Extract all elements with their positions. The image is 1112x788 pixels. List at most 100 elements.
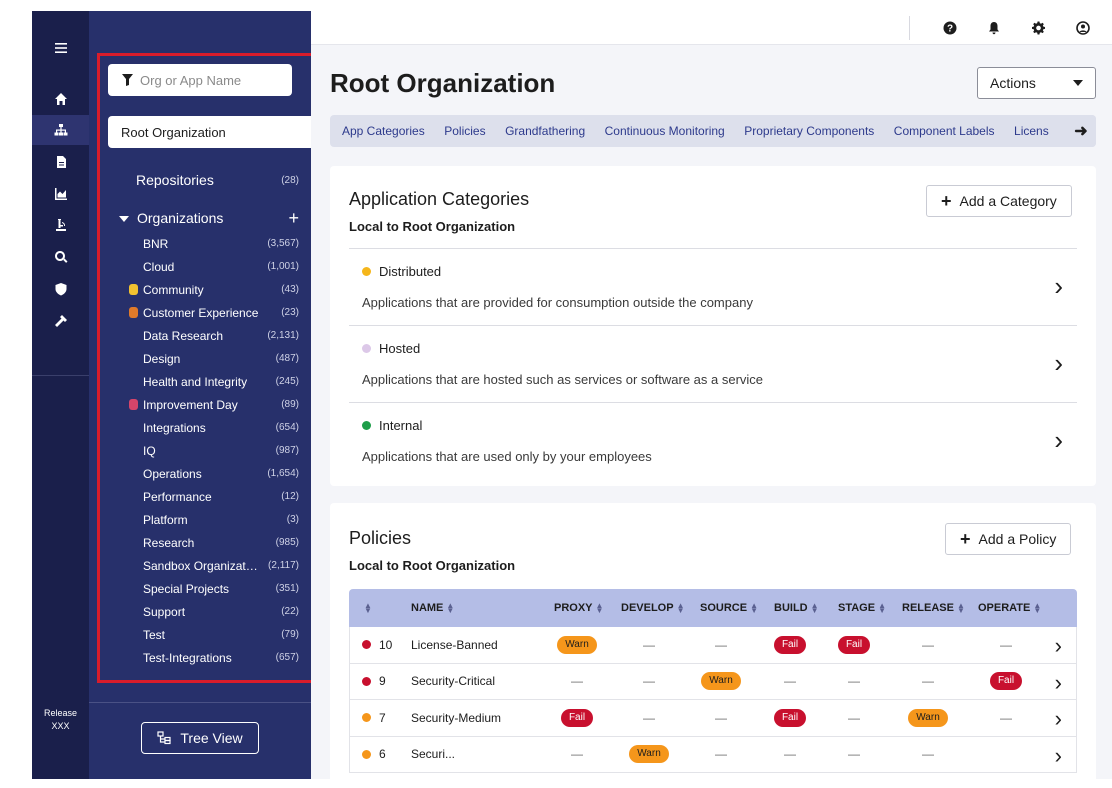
policy-name: Security-Medium: [411, 710, 502, 725]
threat-dot: [362, 749, 371, 759]
fail-badge: Fail: [989, 672, 1023, 691]
tree-icon: [157, 731, 171, 745]
search-icon[interactable]: [32, 242, 89, 272]
home-icon[interactable]: [32, 84, 89, 114]
column-header[interactable]: BUILD ▲ ▼: [774, 589, 819, 627]
tab-item[interactable]: Licens: [1014, 124, 1049, 138]
add-category-button[interactable]: + Add a Category: [926, 185, 1072, 217]
column-label: STAGE: [838, 602, 876, 614]
column-header[interactable]: PROXY ▲ ▼: [554, 589, 603, 627]
empty-value: —: [848, 747, 860, 762]
categories-subtitle: Local to Root Organization: [349, 219, 516, 234]
chevron-right-icon[interactable]: ›: [1055, 706, 1062, 732]
user-icon[interactable]: [1075, 20, 1091, 36]
category-row[interactable]: Hosted Applications that are hosted such …: [349, 325, 1077, 402]
threat-dot: [362, 713, 371, 723]
chevron-right-icon[interactable]: ›: [1055, 743, 1062, 769]
arrow-right-icon[interactable]: ➜: [1066, 115, 1096, 147]
column-label: DEVELOP: [621, 602, 674, 614]
sort-icon: ▲ ▼: [676, 601, 685, 615]
category-row[interactable]: Distributed Applications that are provide…: [349, 248, 1077, 325]
tab-item[interactable]: App Categories: [342, 124, 425, 138]
help-icon[interactable]: ?: [942, 20, 958, 36]
tab-item[interactable]: Continuous Monitoring: [605, 124, 725, 138]
stage-cell: —: [760, 737, 820, 773]
sidebar-divider: [89, 702, 311, 703]
empty-value: —: [922, 747, 934, 762]
actions-label: Actions: [990, 75, 1036, 91]
page-title: Root Organization: [330, 68, 556, 98]
column-header[interactable]: DEVELOP ▲ ▼: [621, 589, 685, 627]
empty-value: —: [715, 747, 727, 762]
stage-cell: —: [547, 664, 607, 700]
stage-cell: —: [619, 627, 679, 663]
column-header[interactable]: SOURCE ▲ ▼: [700, 589, 758, 627]
column-header[interactable]: OPERATE ▲ ▼: [978, 589, 1041, 627]
stage-cell: Warn: [547, 627, 607, 663]
empty-value: —: [848, 710, 860, 725]
tab-item[interactable]: Policies: [444, 124, 485, 138]
fail-badge: Fail: [560, 708, 594, 727]
category-label: Internal: [379, 418, 423, 433]
stage-cell: —: [898, 737, 958, 773]
chevron-right-icon[interactable]: ›: [1055, 670, 1062, 696]
category-description: Applications that are provided for consu…: [362, 295, 753, 310]
empty-value: —: [922, 637, 934, 652]
icon-rail: Release XXX: [32, 11, 89, 779]
actions-dropdown[interactable]: Actions: [977, 67, 1096, 99]
stage-cell: —: [760, 664, 820, 700]
empty-value: —: [571, 674, 583, 689]
warn-badge: Warn: [908, 708, 948, 727]
org-tree-icon[interactable]: [32, 115, 89, 145]
table-header: ▲ ▼ NAME ▲ ▼ PROXY ▲ ▼ DEVELOP ▲ ▼ SOURCE ▲ ▼ BUILD ▲ ▼ S…: [349, 589, 1077, 627]
lab-icon[interactable]: [32, 210, 89, 240]
plus-icon: +: [960, 529, 971, 549]
table-row[interactable]: 7 Security-Medium Fail — — Fail — Warn — ›: [349, 700, 1077, 737]
tab-item[interactable]: Grandfathering: [505, 124, 585, 138]
category-row[interactable]: Internal Applications that are used only …: [349, 402, 1077, 479]
chevron-right-icon[interactable]: ›: [1054, 271, 1063, 302]
chevron-right-icon[interactable]: ›: [1055, 633, 1062, 659]
stage-cell: —: [898, 627, 958, 663]
column-header[interactable]: NAME ▲ ▼: [411, 589, 454, 627]
stage-cell: —: [824, 737, 884, 773]
column-header[interactable]: STAGE ▲ ▼: [838, 589, 886, 627]
table-row[interactable]: 10 License-Banned Warn — — Fail Fail — — ›: [349, 627, 1077, 664]
chevron-down-icon: [1073, 80, 1083, 86]
empty-value: —: [848, 674, 860, 689]
rail-divider: [32, 375, 89, 376]
bell-icon[interactable]: [986, 20, 1002, 36]
stage-cell: —: [824, 664, 884, 700]
column-label: BUILD: [774, 602, 808, 614]
stage-cell: —: [691, 737, 751, 773]
threat-level: 7: [362, 700, 386, 736]
warn-badge: Warn: [629, 745, 669, 764]
chevron-right-icon[interactable]: ›: [1054, 348, 1063, 379]
gear-icon[interactable]: [1031, 20, 1047, 36]
column-header[interactable]: RELEASE ▲ ▼: [902, 589, 965, 627]
sort-icon: ▲ ▼: [878, 601, 886, 615]
empty-value: —: [784, 674, 796, 689]
policies-table: ▲ ▼ NAME ▲ ▼ PROXY ▲ ▼ DEVELOP ▲ ▼ SOURCE ▲ ▼ BUILD ▲ ▼ S…: [349, 589, 1077, 773]
shield-icon[interactable]: [32, 274, 89, 304]
top-bar: ?: [311, 11, 1112, 45]
chart-icon[interactable]: [32, 179, 89, 209]
sort-icon[interactable]: ▲ ▼: [361, 589, 372, 627]
menu-icon[interactable]: [32, 33, 89, 63]
stage-cell: Fail: [760, 700, 820, 736]
sort-icon: ▲ ▼: [956, 601, 965, 615]
tree-view-button[interactable]: Tree View: [141, 722, 259, 754]
tab-item[interactable]: Proprietary Components: [744, 124, 874, 138]
fail-badge: Fail: [773, 708, 807, 727]
tools-icon[interactable]: [32, 306, 89, 336]
tab-item[interactable]: Component Labels: [894, 124, 995, 138]
document-icon[interactable]: [32, 147, 89, 177]
svg-text:?: ?: [947, 24, 953, 35]
category-dot: [362, 344, 371, 353]
table-row[interactable]: 6 Securi... — Warn — — — — ›: [349, 736, 1077, 773]
table-row[interactable]: 9 Security-Critical — — Warn — — — Fail ›: [349, 663, 1077, 700]
policy-name: Security-Critical: [411, 674, 496, 689]
fail-badge: Fail: [773, 635, 807, 654]
chevron-right-icon[interactable]: ›: [1054, 425, 1063, 456]
add-policy-button[interactable]: + Add a Policy: [945, 523, 1072, 555]
